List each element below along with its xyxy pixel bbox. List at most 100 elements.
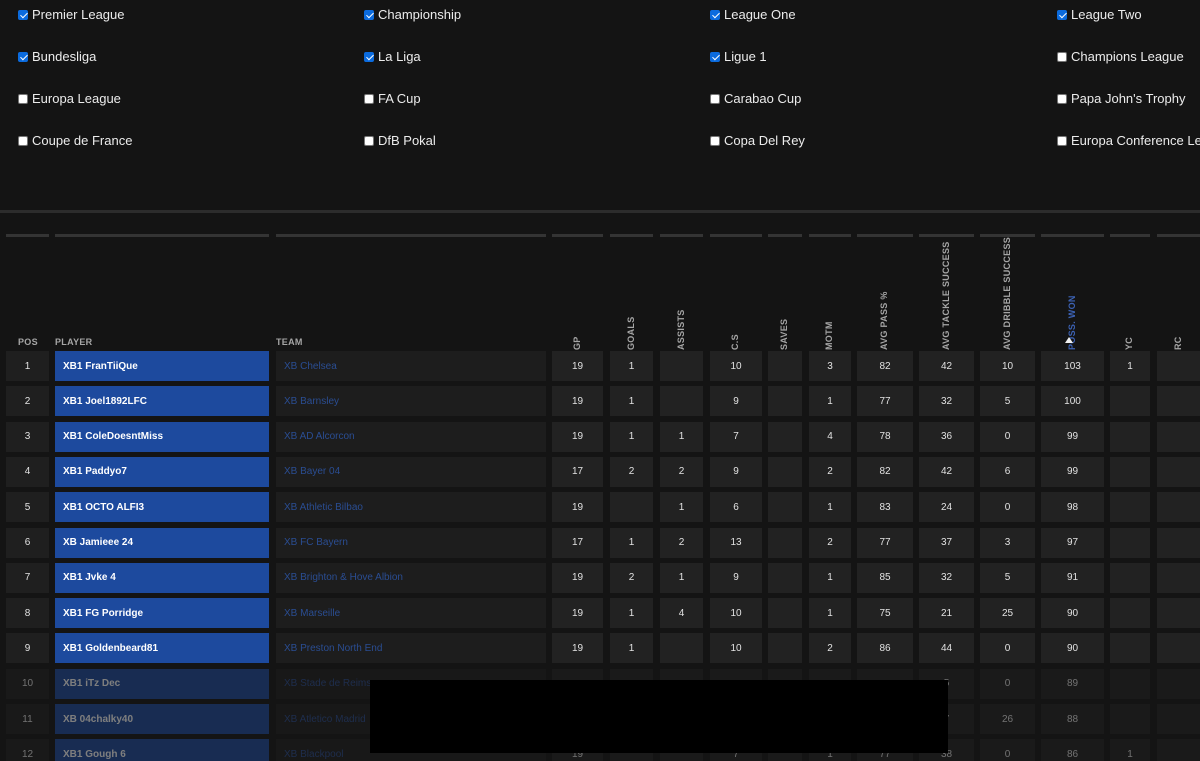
cell-player[interactable]: XB1 Gough 6 <box>55 739 269 761</box>
filter-option[interactable]: FA Cup <box>364 91 421 106</box>
checkbox-checked-icon[interactable] <box>18 51 28 62</box>
filter-label: FA Cup <box>378 91 421 106</box>
filter-option[interactable]: Europa Conference League <box>1057 133 1200 148</box>
cell-team[interactable]: XB Marseille <box>276 598 546 629</box>
cell-player[interactable]: XB 04chalky40 <box>55 704 269 734</box>
cell-player[interactable]: XB1 Joel1892LFC <box>55 386 269 417</box>
cell-motm: 2 <box>809 456 851 487</box>
cell-player[interactable]: XB1 Goldenbeard81 <box>55 633 269 664</box>
filter-option[interactable]: Europa League <box>18 91 121 106</box>
checkbox-unchecked-icon[interactable] <box>1057 51 1067 62</box>
column-header-avg-tackle[interactable]: AVG TACKLE SUCCESS <box>941 241 951 350</box>
cell-assists: 1 <box>660 492 703 523</box>
cell-pos: 10 <box>6 668 49 699</box>
table-row[interactable]: 8 XB1 FG Porridge XB Marseille 19 1 4 10 1 75 21 2… <box>0 598 1200 629</box>
column-header-pos[interactable]: POS <box>18 337 38 347</box>
table-row[interactable]: 5 XB1 OCTO ALFI3 XB Athletic Bilbao 19 1 6 1 83… <box>0 492 1200 523</box>
filter-label: League One <box>724 7 796 22</box>
cell-player[interactable]: XB1 Jvke 4 <box>55 562 269 593</box>
cell-poss-won: 90 <box>1041 633 1104 664</box>
column-header-saves[interactable]: SAVES <box>779 319 789 350</box>
checkbox-unchecked-icon[interactable] <box>364 93 374 104</box>
cell-saves <box>768 351 802 381</box>
filter-option[interactable]: Copa Del Rey <box>710 133 805 148</box>
cell-player[interactable]: XB Jamieee 24 <box>55 527 269 558</box>
checkbox-unchecked-icon[interactable] <box>18 135 28 146</box>
filter-option[interactable]: La Liga <box>364 49 421 64</box>
checkbox-unchecked-icon[interactable] <box>1057 135 1067 146</box>
cell-rc <box>1157 704 1200 734</box>
filter-option[interactable]: Papa John's Trophy <box>1057 91 1186 106</box>
cell-player[interactable]: XB1 FG Porridge <box>55 598 269 629</box>
checkbox-unchecked-icon[interactable] <box>364 135 374 146</box>
cell-saves <box>768 386 802 417</box>
column-header-yc[interactable]: YC <box>1124 337 1134 350</box>
cell-team[interactable]: XB AD Alcorcon <box>276 421 546 452</box>
cell-team[interactable]: XB Barnsley <box>276 386 546 417</box>
cell-avg-tackle: 32 <box>919 562 974 593</box>
table-row[interactable]: 7 XB1 Jvke 4 XB Brighton & Hove Albion 19 2 1… <box>0 562 1200 593</box>
column-header-avg-pass[interactable]: AVG PASS % <box>879 291 889 350</box>
header-top-bar <box>1041 234 1104 237</box>
cell-avg-pass: 86 <box>857 633 913 664</box>
checkbox-unchecked-icon[interactable] <box>1057 93 1067 104</box>
table-row[interactable]: 1 XB1 FranTiiQue XB Chelsea 19 1 10 3 82 42 10 103… <box>0 351 1200 381</box>
checkbox-checked-icon[interactable] <box>18 9 28 20</box>
cell-avg-dribble: 0 <box>980 668 1035 699</box>
checkbox-checked-icon[interactable] <box>1057 9 1067 20</box>
checkbox-checked-icon[interactable] <box>710 51 720 62</box>
header-top-bar <box>552 234 603 237</box>
column-header-goals[interactable]: GOALS <box>626 316 636 350</box>
column-header-player[interactable]: PLAYER <box>55 337 92 347</box>
column-header-motm[interactable]: MOTM <box>824 321 834 350</box>
cell-poss-won: 100 <box>1041 386 1104 417</box>
column-header-cs[interactable]: C.S <box>730 334 740 350</box>
filter-label: League Two <box>1071 7 1142 22</box>
column-header-team[interactable]: TEAM <box>276 337 303 347</box>
filter-option[interactable]: Premier League <box>18 7 125 22</box>
table-row[interactable]: 3 XB1 ColeDoesntMiss XB AD Alcorcon 19 1 1 7 4 7… <box>0 421 1200 452</box>
table-row[interactable]: 4 XB1 Paddyo7 XB Bayer 04 17 2 2 9 2 82 42 6 99 <box>0 456 1200 487</box>
filter-option[interactable]: Coupe de France <box>18 133 132 148</box>
sort-desc-arrow-icon[interactable] <box>1064 337 1073 343</box>
cell-pos: 1 <box>6 351 49 381</box>
filter-option[interactable]: Champions League <box>1057 49 1184 64</box>
column-header-gp[interactable]: GP <box>572 336 582 350</box>
checkbox-checked-icon[interactable] <box>364 51 374 62</box>
cell-team[interactable]: XB Brighton & Hove Albion <box>276 562 546 593</box>
cell-gp: 19 <box>552 492 603 523</box>
table-row[interactable]: 9 XB1 Goldenbeard81 XB Preston North End 19… <box>0 633 1200 664</box>
filter-option[interactable]: Carabao Cup <box>710 91 801 106</box>
cell-player[interactable]: XB1 OCTO ALFI3 <box>55 492 269 523</box>
cell-team[interactable]: XB Athletic Bilbao <box>276 492 546 523</box>
cell-pos: 9 <box>6 633 49 664</box>
cell-cs: 10 <box>710 633 762 664</box>
cell-team[interactable]: XB FC Bayern <box>276 527 546 558</box>
column-header-rc[interactable]: RC <box>1173 336 1183 350</box>
filter-option[interactable]: Bundesliga <box>18 49 96 64</box>
checkbox-checked-icon[interactable] <box>710 9 720 20</box>
cell-player[interactable]: XB1 ColeDoesntMiss <box>55 421 269 452</box>
table-row[interactable]: 2 XB1 Joel1892LFC XB Barnsley 19 1 9 1 77 32 5 100 <box>0 386 1200 417</box>
checkbox-unchecked-icon[interactable] <box>710 135 720 146</box>
cell-player[interactable]: XB1 iTz Dec <box>55 668 269 699</box>
cell-team[interactable]: XB Bayer 04 <box>276 456 546 487</box>
column-header-assists[interactable]: ASSISTS <box>676 309 686 350</box>
cell-player[interactable]: XB1 Paddyo7 <box>55 456 269 487</box>
header-top-bar <box>6 234 49 237</box>
cell-team[interactable]: XB Preston North End <box>276 633 546 664</box>
cell-rc <box>1157 633 1200 664</box>
filter-option[interactable]: League One <box>710 7 796 22</box>
table-row[interactable]: 6 XB Jamieee 24 XB FC Bayern 17 1 2 13 2 77 37 3 97 <box>0 527 1200 558</box>
column-header-avg-dribble[interactable]: AVG DRIBBLE SUCCESS <box>1002 237 1012 350</box>
filter-option[interactable]: League Two <box>1057 7 1142 22</box>
cell-player[interactable]: XB1 FranTiiQue <box>55 351 269 381</box>
checkbox-checked-icon[interactable] <box>364 9 374 20</box>
checkbox-unchecked-icon[interactable] <box>710 93 720 104</box>
filter-option[interactable]: Championship <box>364 7 461 22</box>
cell-team[interactable]: XB Chelsea <box>276 351 546 381</box>
checkbox-unchecked-icon[interactable] <box>18 93 28 104</box>
cell-saves <box>768 562 802 593</box>
filter-option[interactable]: DfB Pokal <box>364 133 436 148</box>
filter-option[interactable]: Ligue 1 <box>710 49 767 64</box>
